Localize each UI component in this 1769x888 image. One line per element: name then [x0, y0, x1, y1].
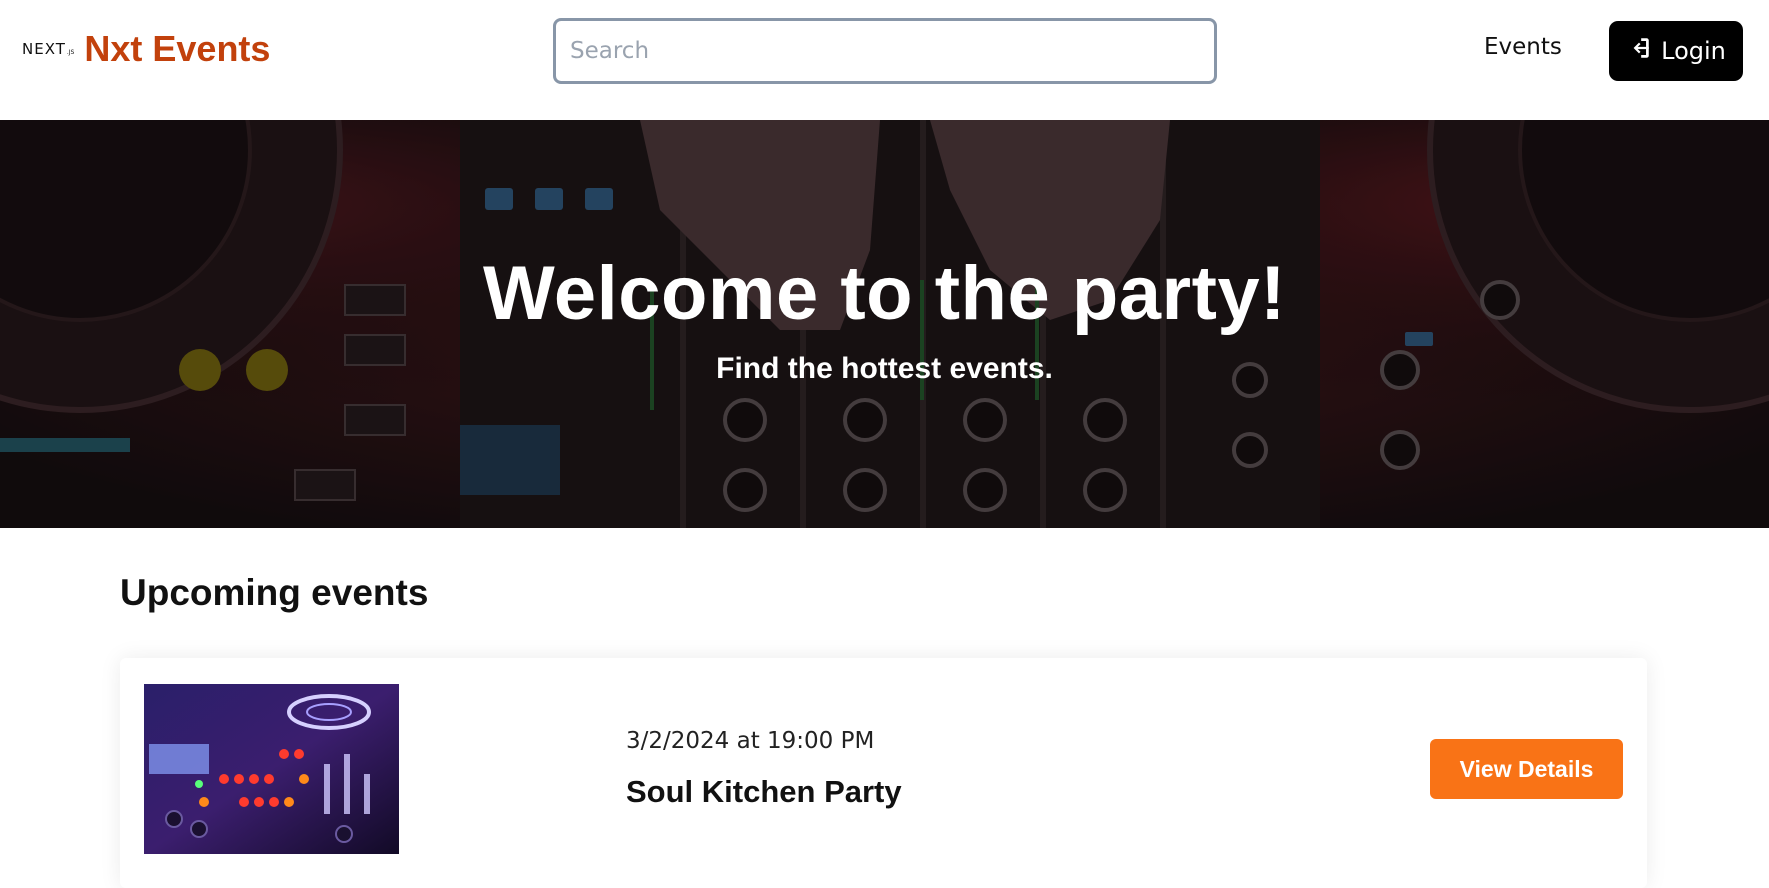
- search-input[interactable]: [553, 18, 1217, 84]
- view-details-button[interactable]: View Details: [1430, 739, 1623, 799]
- event-date: 3/2/2024 at 19:00 PM: [626, 728, 875, 754]
- nextjs-logo: NEXT .JS: [22, 40, 74, 58]
- event-name: Soul Kitchen Party: [626, 774, 902, 809]
- event-thumbnail-image[interactable]: [144, 684, 399, 854]
- hero-subtitle: Find the hottest events.: [716, 352, 1053, 385]
- brand-name[interactable]: Nxt Events: [84, 28, 270, 70]
- login-button[interactable]: Login: [1609, 21, 1743, 81]
- nav-link-events[interactable]: Events: [1484, 34, 1562, 60]
- sign-in-icon: [1626, 35, 1652, 67]
- login-label: Login: [1661, 37, 1726, 65]
- nextjs-logo-suffix: .JS: [66, 49, 75, 56]
- section-title-upcoming-events: Upcoming events: [120, 572, 429, 613]
- site-header: NEXT.JS Nxt Events Events Login: [0, 0, 1769, 120]
- hero-banner: Welcome to the party! Find the hottest e…: [0, 120, 1769, 528]
- nextjs-logo-text: NEXT: [22, 40, 66, 58]
- brand[interactable]: NEXT .JS Nxt Events: [22, 28, 270, 70]
- event-card: 3/2/2024 at 19:00 PM Soul Kitchen Party …: [120, 658, 1647, 888]
- hero-title: Welcome to the party!: [482, 251, 1286, 336]
